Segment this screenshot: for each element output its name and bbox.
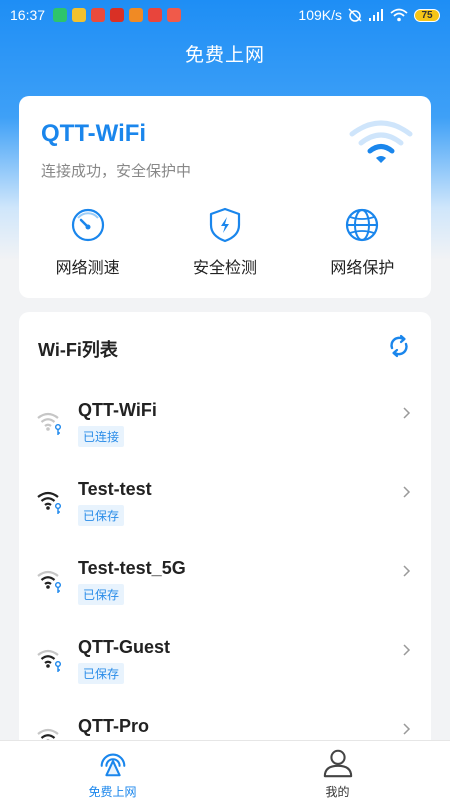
chevron-right-icon	[403, 407, 411, 419]
wifi-list-item[interactable]: Test-test_5G 已保存	[19, 554, 431, 624]
chevron-right-icon	[403, 565, 411, 577]
speed-test-label: 网络测速	[55, 260, 120, 277]
notification-icons	[53, 8, 182, 22]
wifi-list-item[interactable]: Test-test 已保存	[19, 475, 431, 545]
page-title: 免费上网	[184, 45, 265, 66]
wifi-list-item[interactable]: QTT-Guest 已保存	[19, 633, 431, 703]
chevron-right-icon	[403, 486, 411, 498]
wifi-locked-icon	[37, 649, 62, 672]
connected-ssid: QTT-WiFi	[41, 120, 147, 147]
app-notification-icon	[53, 8, 68, 22]
nav-free-wifi[interactable]: 免费上网	[0, 741, 225, 800]
app-notification-icon	[129, 8, 144, 22]
wifi-status-badge: 已连接	[78, 426, 125, 447]
nav-free-wifi-label: 免费上网	[88, 785, 137, 799]
wifi-locked-icon	[37, 412, 62, 435]
connection-card: QTT-WiFi 连接成功，安全保护中 网络测速 安全检测 网络保护	[19, 96, 431, 298]
wifi-ssid: QTT-Guest	[78, 637, 171, 657]
wifi-ssid: QTT-WiFi	[78, 400, 157, 420]
signal-icon	[369, 9, 383, 21]
app-notification-icon	[91, 8, 106, 22]
status-right: 109K/s 75	[298, 7, 440, 23]
app-notification-icon	[72, 8, 87, 22]
speedometer-icon	[71, 208, 104, 242]
app-notification-icon	[148, 8, 163, 22]
wifi-locked-icon	[37, 570, 62, 593]
connection-status: 连接成功，安全保护中	[41, 163, 192, 180]
quick-actions: 网络测速 安全检测 网络保护	[19, 206, 431, 278]
wifi-list-title: Wi-Fi列表	[38, 340, 118, 360]
wifi-signal-icon	[349, 120, 413, 163]
app-notification-icon	[110, 8, 125, 22]
nav-mine[interactable]: 我的	[225, 741, 450, 800]
wifi-status-badge: 已保存	[78, 663, 125, 684]
wifi-ssid: Test-test	[78, 479, 152, 499]
network-speed: 109K/s	[298, 7, 342, 23]
chevron-right-icon	[403, 723, 411, 735]
status-time: 16:37	[10, 7, 46, 23]
network-protect-button[interactable]: 网络保护	[294, 206, 431, 278]
wifi-locked-icon	[37, 491, 62, 514]
shield-icon	[209, 207, 241, 243]
wifi-status-badge: 已保存	[78, 505, 125, 526]
wifi-status-badge: 已保存	[78, 584, 125, 605]
chevron-right-icon	[403, 644, 411, 656]
wifi-ssid: QTT-Pro	[78, 716, 149, 736]
app-notification-icon	[167, 8, 182, 22]
wifi-hotspot-icon	[100, 753, 125, 777]
wifi-list-card: Wi-Fi列表 QTT-WiFi 已连接 Test-test 已保存 Test-…	[19, 312, 431, 752]
wifi-ssid: Test-test_5G	[78, 558, 186, 578]
user-icon	[323, 749, 352, 778]
nav-mine-label: 我的	[325, 785, 350, 799]
speed-test-button[interactable]: 网络测速	[19, 206, 156, 278]
globe-icon	[346, 208, 379, 242]
wifi-list-item[interactable]: QTT-WiFi 已连接	[19, 396, 431, 466]
status-bar: 16:37 109K/s 75	[0, 0, 450, 30]
battery-indicator: 75	[414, 8, 440, 22]
bottom-navigation: 免费上网 我的	[0, 740, 450, 800]
refresh-icon[interactable]	[387, 334, 411, 358]
alarm-off-icon	[348, 8, 362, 22]
security-check-button[interactable]: 安全检测	[156, 206, 293, 278]
network-protect-label: 网络保护	[330, 260, 395, 277]
security-check-label: 安全检测	[192, 260, 257, 277]
wifi-status-icon	[390, 8, 408, 22]
